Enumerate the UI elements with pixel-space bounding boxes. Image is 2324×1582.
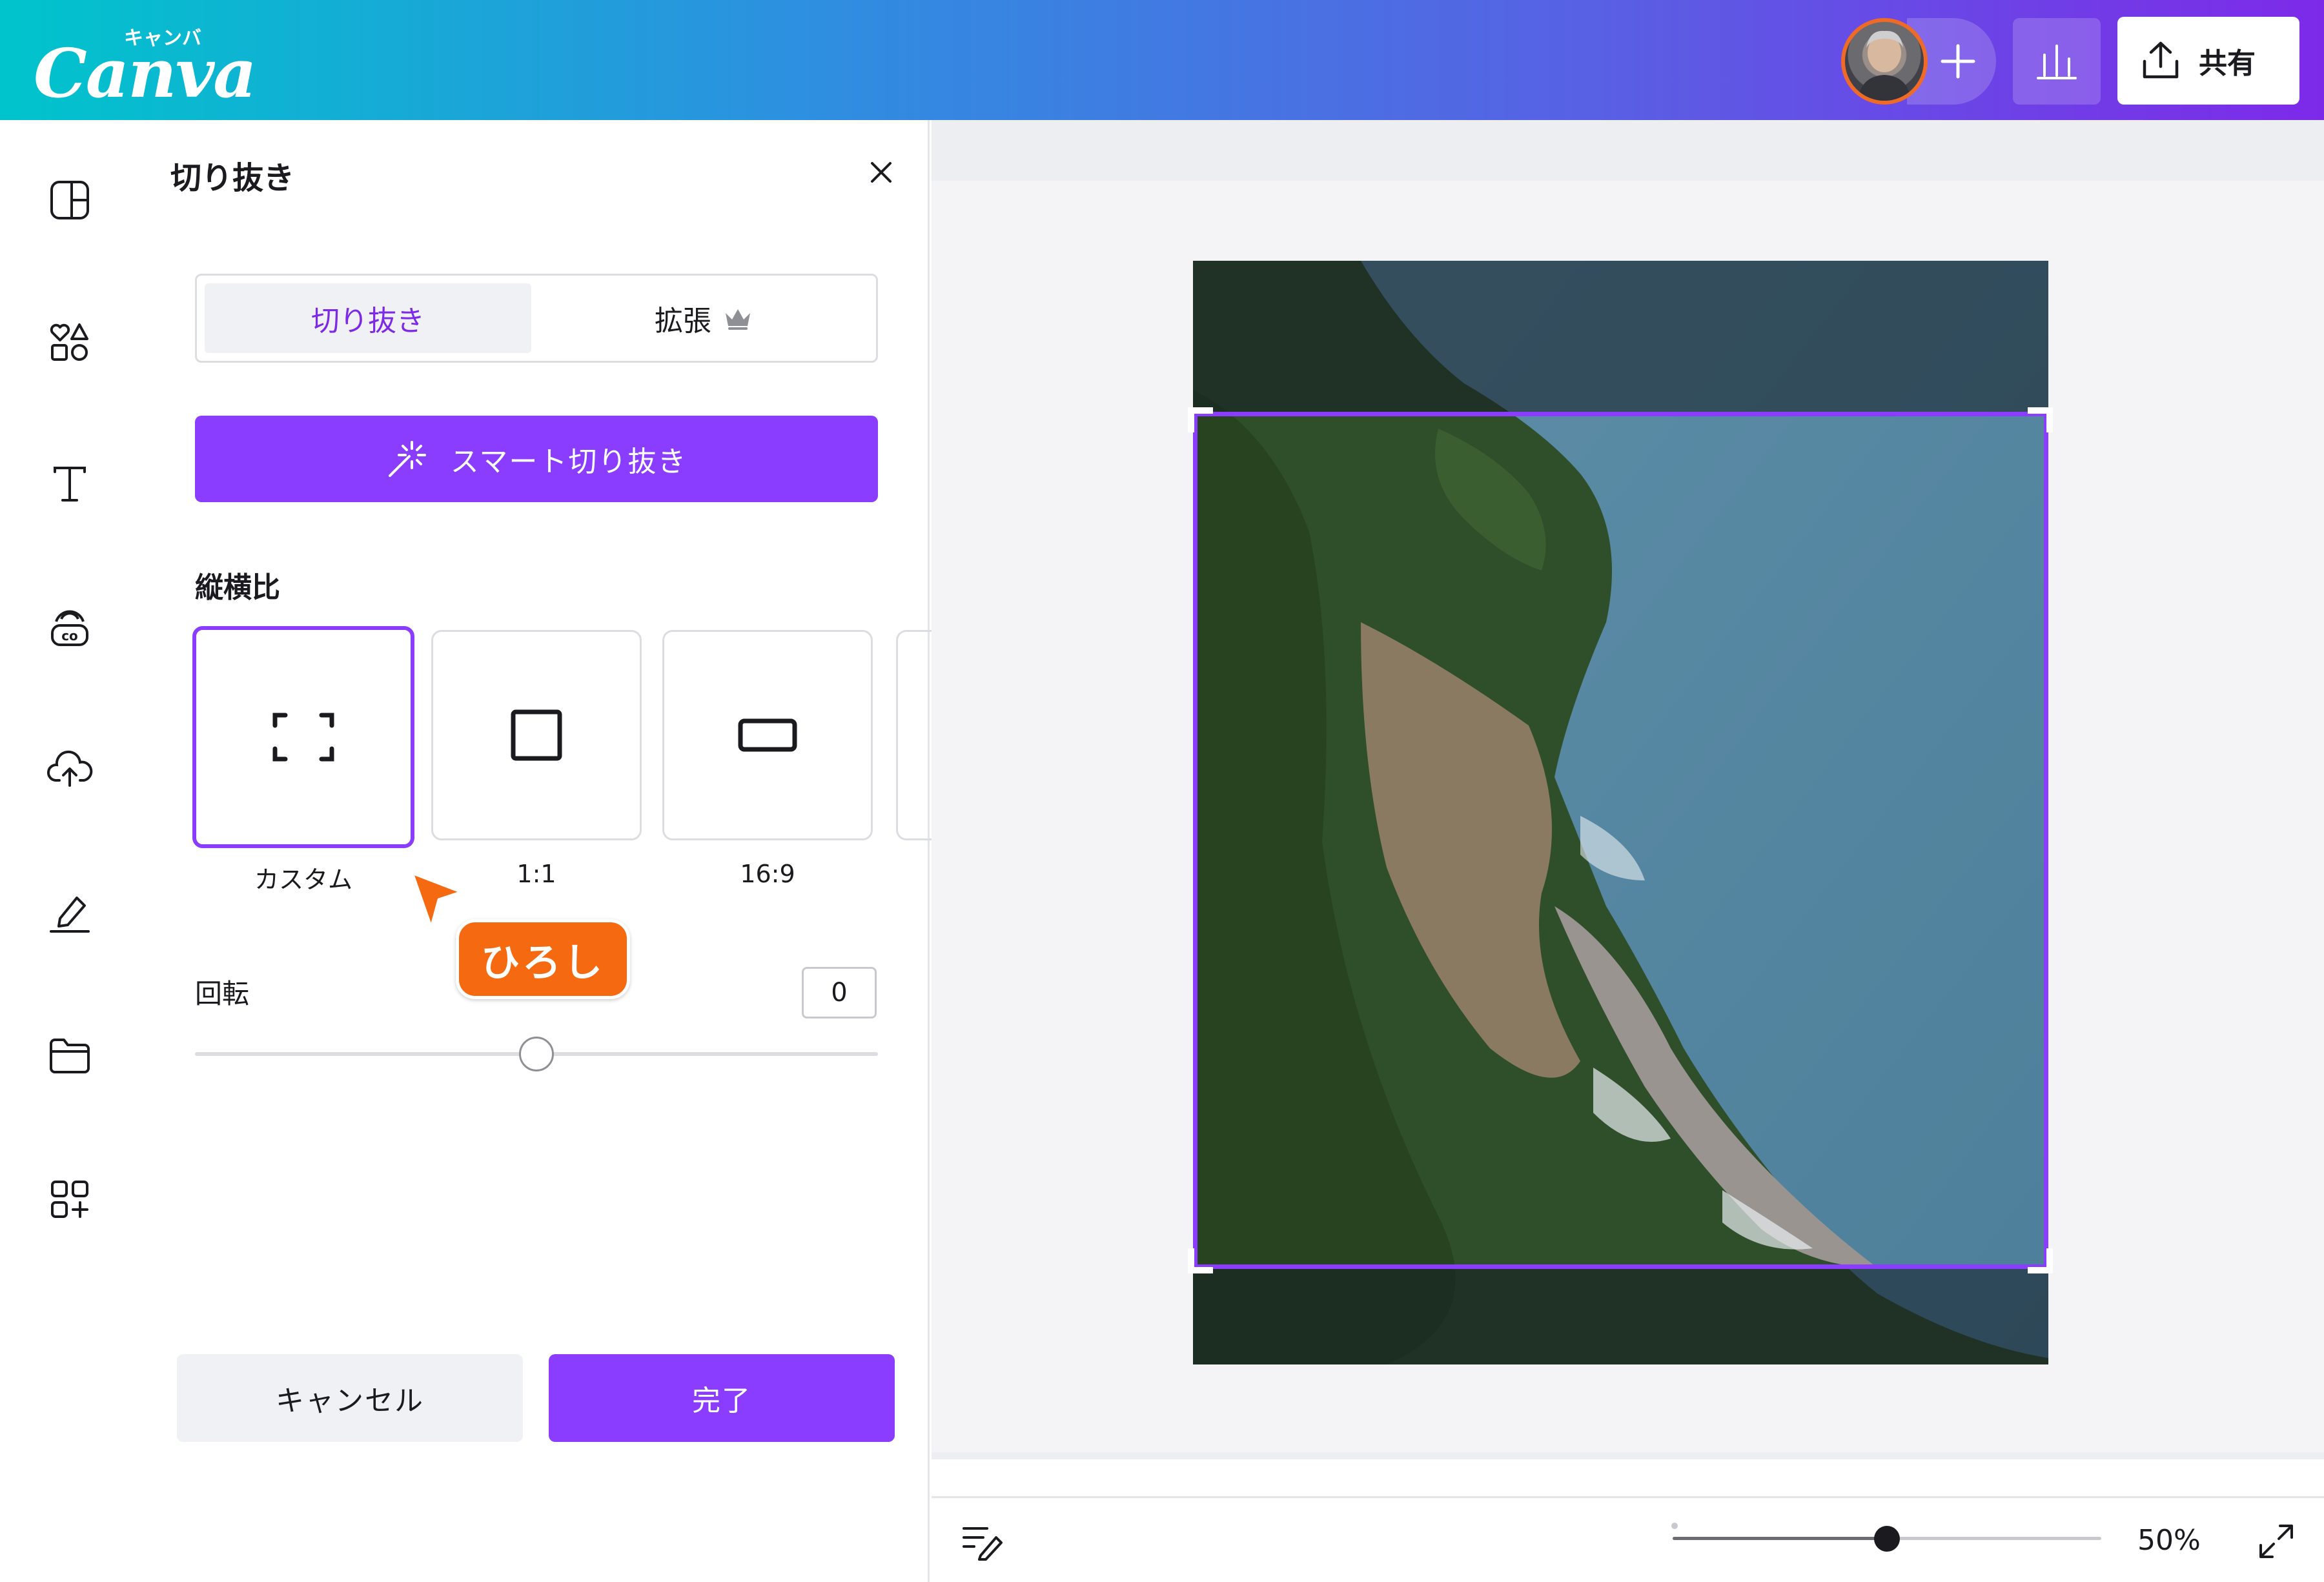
crop-frame[interactable] [1193, 412, 2048, 1269]
smart-crop-label: スマート切り抜き [450, 445, 688, 478]
draw-button[interactable] [45, 888, 94, 937]
close-panel-button[interactable] [859, 150, 904, 195]
custom-crop-frame-icon [272, 713, 334, 762]
upload-icon [2143, 41, 2179, 79]
bottom-toolbar: 50% [932, 1496, 2324, 1582]
svg-text:co: co [61, 628, 78, 644]
tab-expand-label: 拡張 [655, 305, 711, 338]
ratio-option-custom[interactable] [192, 626, 414, 848]
pen-draw-icon [50, 897, 90, 933]
magic-sparkle-icon [388, 441, 426, 477]
brand-co-icon: co [51, 610, 88, 646]
crop-mode-toggle: 切り抜き 拡張 [195, 274, 878, 363]
uploads-button[interactable] [45, 745, 94, 794]
zoom-slider-fill [1673, 1537, 1887, 1540]
text-button[interactable] [45, 460, 94, 509]
zoom-min-dot [1671, 1523, 1678, 1529]
projects-button[interactable] [45, 1031, 94, 1080]
notes-button[interactable] [960, 1519, 1005, 1564]
avatar-face-icon [1858, 30, 1911, 101]
share-button[interactable]: 共有 [2117, 17, 2299, 105]
insights-button[interactable] [2013, 18, 2101, 105]
square-ratio-icon [511, 709, 562, 761]
share-label: 共有 [2199, 47, 2256, 80]
bar-chart-icon [2037, 45, 2077, 79]
canvas-stage [932, 120, 2324, 1459]
smart-crop-button[interactable]: スマート切り抜き [195, 416, 878, 502]
elements-button[interactable] [45, 318, 94, 367]
dim-overlay-bottom [1193, 1269, 2048, 1364]
crop-handle-top-right[interactable] [2025, 407, 2054, 435]
expand-arrows-icon [2259, 1525, 2293, 1558]
rotation-input[interactable]: 0 [802, 967, 877, 1019]
cancel-button[interactable]: キャンセル [177, 1354, 523, 1442]
plus-icon [1941, 44, 1975, 79]
crop-panel: 切り抜き 切り抜き 拡張 スマート切り抜き 縦横比 カスタム 1:1 16:9 … [142, 120, 935, 1582]
ratio-option-16-9[interactable] [662, 630, 873, 840]
tab-crop-label: 切り抜き [311, 305, 425, 338]
shapes-icon [50, 323, 88, 361]
close-icon [871, 162, 892, 183]
crop-handle-bottom-right[interactable] [2025, 1246, 2054, 1274]
done-button[interactable]: 完了 [549, 1354, 895, 1442]
top-header: キャンバ Canva 共有 [0, 0, 2324, 120]
apps-button[interactable] [45, 1175, 94, 1224]
collaborator-name-tag: ひろし [456, 919, 630, 999]
zoom-level-label[interactable]: 50% [2137, 1524, 2201, 1557]
collaborator-cursor-icon [410, 871, 464, 930]
aspect-ratio-title: 縦横比 [195, 571, 280, 604]
apps-grid-icon [51, 1181, 88, 1218]
layout-panel-icon [50, 181, 89, 219]
logo-wordmark: Canva [34, 34, 257, 113]
crown-icon [726, 309, 750, 330]
ratio-option-1-1[interactable] [431, 630, 642, 840]
crop-handle-bottom-left[interactable] [1187, 1246, 1216, 1274]
canva-logo[interactable]: キャンバ Canva [34, 19, 257, 113]
canva-editor: キャンバ Canva 共有 co 切り抜き 切り抜き 拡張 スマート切り抜き 縦… [0, 0, 2324, 1582]
user-avatar[interactable] [1841, 18, 1928, 105]
ratio-label-custom: カスタム [254, 866, 352, 894]
ratio-option-more[interactable] [896, 630, 935, 840]
widescreen-ratio-icon [738, 718, 797, 752]
side-rail: co [0, 120, 142, 1582]
crop-handle-top-left[interactable] [1187, 407, 1216, 435]
zoom-slider-thumb[interactable] [1874, 1526, 1900, 1552]
notes-pencil-icon [963, 1527, 1003, 1561]
fullscreen-button[interactable] [2252, 1517, 2300, 1565]
canvas-workspace [932, 181, 2324, 1452]
rotation-slider-thumb[interactable] [519, 1037, 554, 1071]
ratio-label-16-9: 16:9 [740, 860, 795, 888]
folder-icon [50, 1039, 90, 1073]
brand-button[interactable]: co [45, 603, 94, 652]
tab-expand[interactable]: 拡張 [539, 283, 868, 353]
tab-crop[interactable]: 切り抜き [205, 283, 531, 353]
text-icon [54, 467, 86, 502]
panel-title: 切り抜き [170, 160, 295, 196]
design-templates-button[interactable] [45, 176, 94, 225]
cloud-upload-icon [47, 750, 93, 787]
rotation-label: 回転 [195, 978, 250, 1009]
dim-overlay-top [1193, 261, 2048, 412]
